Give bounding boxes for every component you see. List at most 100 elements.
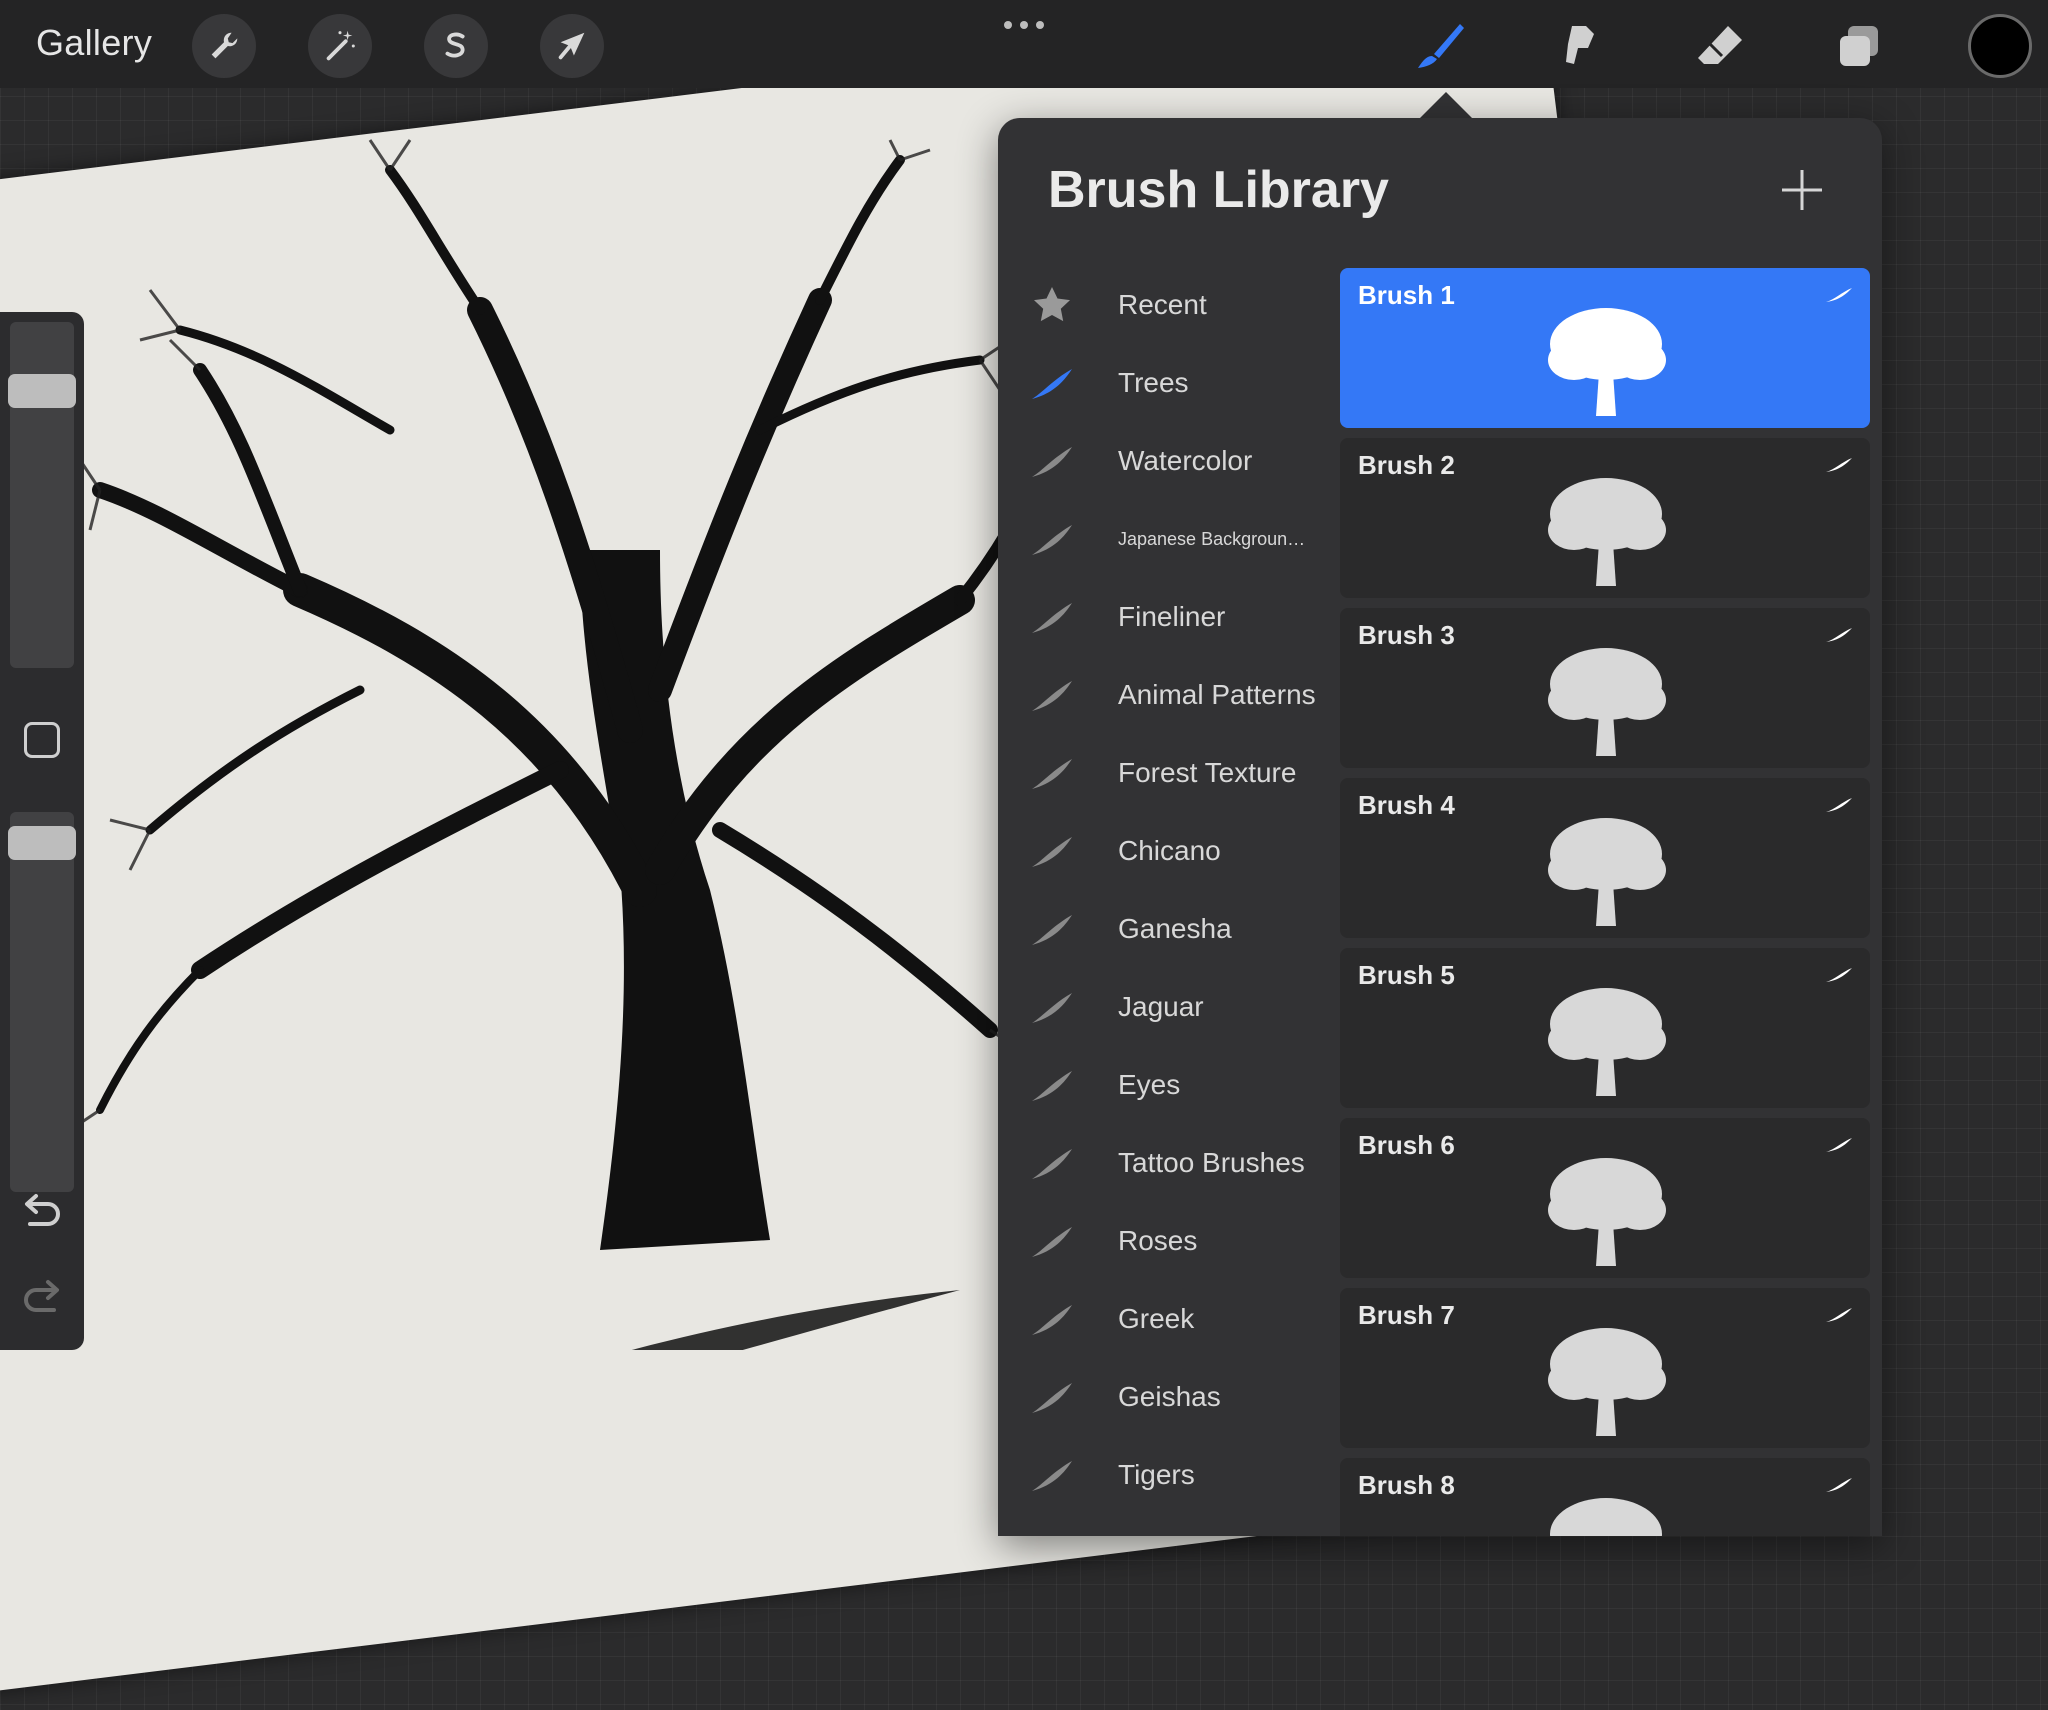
brush-set-label: Recent [1118, 289, 1207, 320]
brush-item[interactable]: Brush 5 [1340, 948, 1870, 1108]
brush-name: Brush 4 [1358, 790, 1455, 820]
gallery-button[interactable]: Gallery [36, 22, 152, 64]
brush-name: Brush 6 [1358, 1130, 1455, 1160]
brush-set-item[interactable]: Recent [1028, 266, 1338, 344]
brush-stroke-icon [1826, 968, 1852, 982]
arrow-cursor-icon [558, 32, 585, 60]
brush-stroke-icon [1826, 288, 1852, 302]
brush-set-label: Tigers [1118, 1459, 1195, 1490]
brush-name: Brush 8 [1358, 1470, 1455, 1500]
brush-set-item[interactable]: Japanese Backgroun… [1028, 500, 1338, 578]
brush-name: Brush 3 [1358, 620, 1455, 650]
brush-set-item[interactable]: Eyes [1028, 1046, 1338, 1124]
brush-set-item[interactable]: Ganesha [1028, 890, 1338, 968]
color-picker-button[interactable] [1968, 14, 2032, 78]
brush-name: Brush 5 [1358, 960, 1455, 990]
brush-item[interactable]: Brush 3 [1340, 608, 1870, 768]
brush-stroke-icon [1032, 681, 1072, 711]
brush-stroke-icon [1032, 1149, 1072, 1179]
brush-set-item[interactable]: Geishas [1028, 1358, 1338, 1436]
transform-button[interactable] [540, 14, 604, 78]
add-brush-set-icon[interactable] [1780, 168, 1824, 212]
brush-stroke-icon [1032, 759, 1072, 789]
layers-icon [1840, 26, 1878, 66]
paint-tool-button[interactable] [1408, 14, 1472, 78]
brush-list: Brush 1 Brush 2 Brush 3 Brush 4 Brush 5 Brush… [1340, 268, 1870, 1536]
brush-item[interactable]: Brush 2 [1340, 438, 1870, 598]
brush-item[interactable]: Brush 4 [1340, 778, 1870, 938]
undo-icon[interactable] [20, 1192, 64, 1232]
brush-set-label: Chicano [1118, 835, 1221, 866]
brush-stroke-icon [1032, 369, 1072, 399]
opacity-thumb[interactable] [8, 826, 76, 860]
tree-preview-icon [1548, 1328, 1666, 1436]
adjustments-button[interactable] [308, 14, 372, 78]
brush-set-label: Eyes [1118, 1069, 1181, 1100]
brush-library-panel: Brush Library Recent Trees Watercolor Japan… [998, 118, 1882, 1536]
brush-stroke-icon [1032, 993, 1072, 1023]
tree-preview-icon [1548, 988, 1666, 1096]
selection-s-icon [445, 32, 465, 58]
brush-set-label: Jaguar [1118, 991, 1204, 1022]
brush-stroke-icon [1826, 1308, 1852, 1322]
brush-set-label: Fineliner [1118, 601, 1226, 632]
brush-set-item[interactable]: Fineliner [1028, 578, 1338, 656]
brush-set-label: Japanese Backgroun… [1118, 528, 1306, 549]
brush-set-item[interactable]: Trees [1028, 344, 1338, 422]
popover-caret [1420, 92, 1472, 118]
brush-set-label: Watercolor [1118, 445, 1253, 476]
brush-set-item[interactable]: Jaguar [1028, 968, 1338, 1046]
brush-stroke-icon [1826, 1478, 1852, 1492]
top-toolbar: Gallery [0, 0, 2048, 88]
brush-set-item[interactable]: Chicano [1028, 812, 1338, 890]
brush-stroke-icon [1826, 1138, 1852, 1152]
brush-set-item[interactable]: Forest Texture [1028, 734, 1338, 812]
brush-set-item[interactable]: Watercolor [1028, 422, 1338, 500]
eraser-tool-button[interactable] [1688, 14, 1752, 78]
brush-set-item[interactable]: Animal Patterns [1028, 656, 1338, 734]
brush-stroke-icon [1032, 837, 1072, 867]
tree-preview-icon [1548, 648, 1666, 756]
brush-set-item[interactable]: Tigers [1028, 1436, 1338, 1514]
brush-name: Brush 1 [1358, 280, 1455, 310]
smudge-icon [1566, 26, 1594, 64]
magic-wand-icon [326, 30, 355, 61]
brush-stroke-icon [1032, 603, 1072, 633]
brush-set-label: Animal Patterns [1118, 679, 1316, 710]
actions-button[interactable] [192, 14, 256, 78]
brush-name: Brush 2 [1358, 450, 1455, 480]
brush-set-label: Tattoo Brushes [1118, 1147, 1305, 1178]
tree-preview-icon [1548, 478, 1666, 586]
brush-stroke-icon [1032, 915, 1072, 945]
layers-button[interactable] [1828, 14, 1892, 78]
brush-set-item[interactable]: Roses [1028, 1202, 1338, 1280]
selection-button[interactable] [424, 14, 488, 78]
brush-set-item[interactable]: Greek [1028, 1280, 1338, 1358]
brush-set-item[interactable]: Tattoo Brushes [1028, 1124, 1338, 1202]
brush-set-label: Trees [1118, 367, 1189, 398]
brush-set-list: Recent Trees Watercolor Japanese Backgroun…… [1028, 266, 1338, 1514]
brush-stroke-icon [1032, 1305, 1072, 1335]
modify-button[interactable] [24, 722, 60, 758]
tree-artwork [69, 139, 1020, 1350]
more-options-icon[interactable] [1000, 18, 1048, 32]
panel-title: Brush Library [1048, 161, 1389, 219]
brush-set-label: Roses [1118, 1225, 1198, 1256]
tree-preview-icon [1548, 308, 1666, 416]
opacity-slider[interactable] [10, 812, 74, 1192]
tree-preview-icon [1548, 818, 1666, 926]
brush-item[interactable]: Brush 7 [1340, 1288, 1870, 1448]
tree-preview-icon [1550, 1498, 1662, 1536]
redo-icon[interactable] [20, 1278, 64, 1318]
brush-stroke-icon [1032, 1227, 1072, 1257]
brush-item[interactable]: Brush 1 [1340, 268, 1870, 428]
brush-size-thumb[interactable] [8, 374, 76, 408]
brush-set-label: Forest Texture [1118, 757, 1297, 788]
brush-stroke-icon [1032, 447, 1072, 477]
wrench-icon [211, 32, 238, 59]
brush-set-label: Geishas [1118, 1381, 1221, 1412]
brush-item[interactable]: Brush 8 [1340, 1458, 1870, 1536]
brush-item[interactable]: Brush 6 [1340, 1118, 1870, 1278]
brush-stroke-icon [1032, 1071, 1072, 1101]
smudge-tool-button[interactable] [1548, 14, 1612, 78]
